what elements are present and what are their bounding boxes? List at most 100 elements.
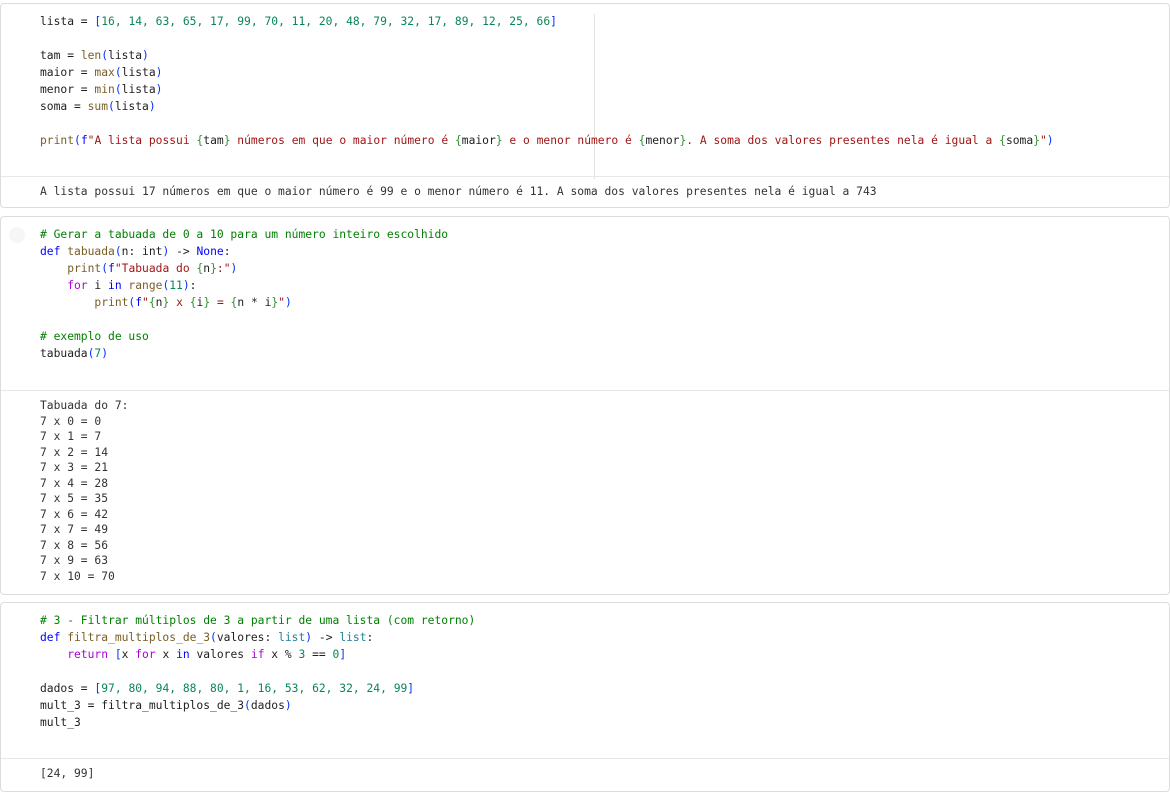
code-token: [: [114, 648, 122, 661]
code-line: tabuada(7): [40, 345, 1169, 362]
code-token: (: [101, 262, 109, 275]
code-line: tam = len(lista): [40, 47, 1169, 64]
code-token: valores:: [216, 631, 279, 644]
code-token: lista =: [40, 15, 95, 28]
code-token: if: [250, 648, 265, 661]
code-token: valores: [189, 648, 251, 661]
code-token: tabuada: [40, 347, 88, 360]
cell-output: Tabuada do 7: 7 x 0 = 0 7 x 1 = 7 7 x 2 = 1…: [1, 390, 1169, 584]
code-token: return: [40, 648, 115, 661]
code-token: maior =: [40, 66, 95, 79]
code-token: print: [40, 262, 102, 275]
code-token: (: [74, 134, 81, 147]
code-line: print(f"A lista possui {tam} números em …: [40, 132, 1169, 149]
code-token: }: [1033, 134, 1040, 147]
code-line: soma = sum(lista): [40, 98, 1169, 115]
code-token: tabuada: [67, 245, 115, 258]
code-token: soma =: [40, 100, 88, 113]
code-line: dados = [97, 80, 94, 88, 80, 1, 16, 53, …: [40, 680, 1169, 697]
code-token: ==: [305, 648, 333, 661]
code-token: filtra_multiplos_de_3: [67, 631, 211, 644]
code-token: ]: [339, 648, 347, 661]
code-token: in: [176, 648, 190, 661]
output-line: 7 x 8 = 56: [40, 538, 109, 552]
cell-output: A lista possui 17 números em que o maior…: [1, 176, 1169, 208]
code-line: # Gerar a tabuada de 0 a 10 para um núme…: [40, 226, 1169, 243]
code-token: }: [495, 134, 503, 147]
code-token: :": [216, 262, 231, 275]
code-line: print(f"{n} x {i} = {n * i}"): [40, 294, 1169, 311]
code-token: }: [223, 134, 231, 147]
code-token: ): [101, 347, 109, 360]
code-token: }: [210, 262, 217, 275]
code-cell-3[interactable]: # 3 - Filtrar múltiplos de 3 a partir de…: [0, 602, 1170, 792]
code-token: min: [94, 83, 115, 96]
output-line: 7 x 4 = 28: [40, 476, 109, 490]
code-token: lista: [121, 83, 156, 96]
code-token: for: [40, 279, 88, 292]
code-token: ->: [312, 631, 340, 644]
output-line: 7 x 10 = 70: [40, 569, 115, 583]
code-token: for: [135, 648, 156, 661]
code-token: n * i: [237, 296, 272, 309]
code-token: print: [40, 296, 129, 309]
code-token: mult_3: [40, 716, 81, 729]
code-token: (: [101, 49, 109, 62]
code-line: def tabuada(n: int) -> None:: [40, 243, 1169, 260]
code-token: tam =: [40, 49, 81, 62]
code-token: 97, 80, 94, 88, 80, 1, 16, 53, 62, 32, 2…: [101, 682, 408, 695]
code-token: menor =: [40, 83, 95, 96]
code-token: :: [189, 279, 197, 292]
code-token: print: [40, 134, 75, 147]
code-token: n: int: [121, 245, 163, 258]
code-cell-2[interactable]: # Gerar a tabuada de 0 a 10 para um núme…: [0, 216, 1170, 595]
code-token: i: [87, 279, 109, 292]
code-token: None: [196, 245, 224, 258]
output-line: 7 x 2 = 14: [40, 445, 109, 459]
code-token: max: [94, 66, 115, 79]
code-token: list: [339, 631, 367, 644]
code-editor[interactable]: # 3 - Filtrar múltiplos de 3 a partir de…: [1, 603, 1169, 758]
output-line: A lista possui 17 números em que o maior…: [40, 185, 877, 198]
code-line: menor = min(lista): [40, 81, 1169, 98]
code-line: lista = [16, 14, 63, 65, 17, 99, 70, 11,…: [40, 13, 1169, 30]
code-token: ): [142, 49, 149, 62]
code-token: ): [285, 296, 292, 309]
code-token: números em que o maior número é: [230, 134, 455, 147]
output-line: 7 x 7 = 49: [40, 523, 109, 536]
code-token: "A lista possui: [87, 134, 197, 147]
code-token: len: [80, 49, 102, 62]
code-token: lista: [114, 100, 149, 113]
code-token: sum: [87, 100, 109, 113]
code-line: mult_3 = filtra_multiplos_de_3(dados): [40, 697, 1169, 714]
cell-output: [24, 99]: [1, 758, 1169, 790]
code-token: (: [114, 83, 122, 96]
code-token: {: [999, 134, 1006, 147]
code-token: maior: [461, 134, 496, 147]
code-token: (: [108, 100, 115, 113]
code-token: x: [121, 648, 136, 661]
code-editor[interactable]: # Gerar a tabuada de 0 a 10 para um núme…: [1, 217, 1169, 389]
code-editor[interactable]: lista = [16, 14, 63, 65, 17, 99, 70, 11,…: [1, 4, 1169, 176]
code-token: lista: [121, 66, 156, 79]
code-token: ): [155, 66, 163, 79]
code-token: dados: [250, 699, 285, 712]
code-token: x: [155, 648, 177, 661]
code-token: # Gerar a tabuada de 0 a 10 para um núme…: [40, 228, 449, 241]
code-line: maior = max(lista): [40, 64, 1169, 81]
code-line: def filtra_multiplos_de_3(valores: list)…: [40, 629, 1169, 646]
code-token: ): [155, 83, 163, 96]
output-line: Tabuada do 7:: [40, 399, 129, 412]
code-token: ): [182, 279, 190, 292]
code-token: f: [80, 134, 88, 147]
code-token: ]: [550, 15, 557, 28]
code-token: # 3 - Filtrar múltiplos de 3 a partir de…: [40, 614, 476, 627]
code-cell-1[interactable]: lista = [16, 14, 63, 65, 17, 99, 70, 11,…: [0, 3, 1170, 208]
code-token: e o menor número é: [502, 134, 639, 147]
code-line: # exemplo de uso: [40, 328, 1169, 345]
code-token: "Tabuada do: [114, 262, 197, 275]
code-token: soma: [1005, 134, 1034, 147]
code-token: x: [169, 296, 190, 309]
code-token: (: [114, 66, 122, 79]
